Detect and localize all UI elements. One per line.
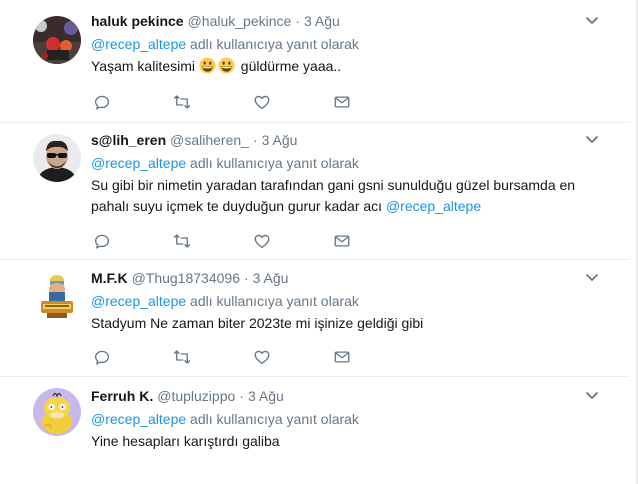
direct-message-button[interactable] bbox=[333, 93, 351, 111]
chevron-down-icon[interactable] bbox=[584, 269, 600, 285]
retweet-icon bbox=[173, 95, 191, 109]
direct-message-button[interactable] bbox=[333, 348, 351, 366]
tweet-text-part: Yine hesapları karıştırdı galiba bbox=[91, 433, 280, 449]
reply-mention-link[interactable]: @recep_altepe bbox=[91, 411, 186, 427]
user-handle[interactable]: @haluk_pekince bbox=[188, 13, 292, 29]
reply-context: @recep_altepe adlı kullanıcıya yanıt ola… bbox=[91, 409, 600, 429]
heart-icon bbox=[254, 95, 270, 110]
heart-icon bbox=[254, 234, 270, 249]
envelope-icon bbox=[334, 351, 350, 363]
user-handle[interactable]: @saliheren_ bbox=[170, 132, 249, 148]
tweet-header: Ferruh K. @tupluzippo · 3 Ağu bbox=[91, 385, 600, 407]
reply-button[interactable] bbox=[93, 93, 111, 111]
tweet-text-part: Su gibi bir nimetin yaradan tarafından g… bbox=[91, 177, 576, 214]
reply-context-text: adlı kullanıcıya yanıt olarak bbox=[186, 36, 359, 52]
separator-dot: · bbox=[243, 270, 249, 286]
envelope-icon bbox=[334, 235, 350, 247]
tweet-timestamp[interactable]: 3 Ağu bbox=[248, 388, 284, 404]
direct-message-button[interactable] bbox=[333, 232, 351, 250]
grinning-face-emoji-icon bbox=[199, 57, 216, 74]
avatar[interactable] bbox=[33, 134, 81, 182]
separator-dot: · bbox=[295, 13, 300, 29]
tweet-timestamp[interactable]: 3 Ağu bbox=[253, 270, 289, 286]
tweet-mention-link[interactable]: @recep_altepe bbox=[386, 198, 481, 214]
reply-context: @recep_altepe adlı kullanıcıya yanıt ola… bbox=[91, 291, 600, 311]
chevron-down-icon[interactable] bbox=[584, 387, 600, 403]
tweet-item[interactable]: M.F.K @Thug18734096 · 3 Ağu @recep_altepe a… bbox=[0, 259, 630, 377]
reply-button[interactable] bbox=[93, 348, 111, 366]
reply-mention-link[interactable]: @recep_altepe bbox=[91, 36, 186, 52]
separator-dot: · bbox=[239, 388, 244, 404]
user-name[interactable]: s@lih_eren bbox=[91, 132, 166, 148]
chevron-down-icon[interactable] bbox=[584, 12, 600, 28]
reply-context: @recep_altepe adlı kullanıcıya yanıt ola… bbox=[91, 153, 600, 173]
tweet-item[interactable]: haluk pekince @haluk_pekince · 3 Ağu @recep… bbox=[0, 0, 630, 123]
reply-context: @recep_altepe adlı kullanıcıya yanıt ola… bbox=[91, 34, 600, 54]
separator-dot: · bbox=[252, 132, 258, 148]
envelope-icon bbox=[334, 96, 350, 108]
like-button[interactable] bbox=[253, 93, 271, 111]
tweet-text: Su gibi bir nimetin yaradan tarafından g… bbox=[91, 175, 600, 217]
retweet-icon bbox=[173, 234, 191, 248]
chevron-down-icon[interactable] bbox=[584, 131, 600, 147]
user-handle[interactable]: @tupluzippo bbox=[157, 388, 235, 404]
reply-context-text: adlı kullanıcıya yanıt olarak bbox=[186, 411, 359, 427]
tweet-header: M.F.K @Thug18734096 · 3 Ağu bbox=[91, 267, 600, 289]
heart-icon bbox=[254, 350, 270, 365]
reply-icon bbox=[94, 350, 110, 365]
retweet-button[interactable] bbox=[173, 232, 191, 250]
tweet-text-part: güldürme yaaa.. bbox=[236, 58, 342, 74]
tweet-text: Yaşam kalitesimi güldürme yaaa.. bbox=[91, 56, 600, 77]
tweet-item[interactable]: s@lih_eren @saliheren_ · 3 Ağu @recep_altep… bbox=[0, 122, 630, 260]
reply-icon bbox=[94, 95, 110, 110]
user-handle[interactable]: @Thug18734096 bbox=[132, 270, 240, 286]
reply-context-text: adlı kullanıcıya yanıt olarak bbox=[186, 155, 359, 171]
grinning-face-emoji-icon bbox=[218, 57, 235, 74]
tweet-text-part: Yaşam kalitesimi bbox=[91, 58, 199, 74]
like-button[interactable] bbox=[253, 232, 271, 250]
user-name[interactable]: M.F.K bbox=[91, 270, 128, 286]
user-name[interactable]: Ferruh K. bbox=[91, 388, 153, 404]
tweet-text: Stadyum Ne zaman biter 2023te mi işinize… bbox=[91, 313, 600, 334]
retweet-icon bbox=[173, 350, 191, 364]
reply-button[interactable] bbox=[93, 232, 111, 250]
reply-context-text: adlı kullanıcıya yanıt olarak bbox=[186, 293, 359, 309]
reply-mention-link[interactable]: @recep_altepe bbox=[91, 293, 186, 309]
avatar[interactable] bbox=[33, 16, 81, 64]
avatar[interactable] bbox=[33, 388, 81, 436]
retweet-button[interactable] bbox=[173, 93, 191, 111]
retweet-button[interactable] bbox=[173, 348, 191, 366]
like-button[interactable] bbox=[253, 348, 271, 366]
tweet-timestamp[interactable]: 3 Ağu bbox=[304, 13, 340, 29]
tweet-header: s@lih_eren @saliheren_ · 3 Ağu bbox=[91, 129, 600, 151]
tweet-item[interactable]: Ferruh K. @tupluzippo · 3 Ağu @recep_altepe… bbox=[0, 376, 630, 484]
avatar[interactable] bbox=[33, 272, 81, 320]
tweet-timestamp[interactable]: 3 Ağu bbox=[262, 132, 298, 148]
reply-mention-link[interactable]: @recep_altepe bbox=[91, 155, 186, 171]
user-name[interactable]: haluk pekince bbox=[91, 13, 184, 29]
tweet-header: haluk pekince @haluk_pekince · 3 Ağu bbox=[91, 10, 600, 32]
tweet-text: Yine hesapları karıştırdı galiba bbox=[91, 431, 600, 452]
tweet-text-part: Stadyum Ne zaman biter 2023te mi işinize… bbox=[91, 315, 424, 331]
reply-icon bbox=[94, 234, 110, 249]
